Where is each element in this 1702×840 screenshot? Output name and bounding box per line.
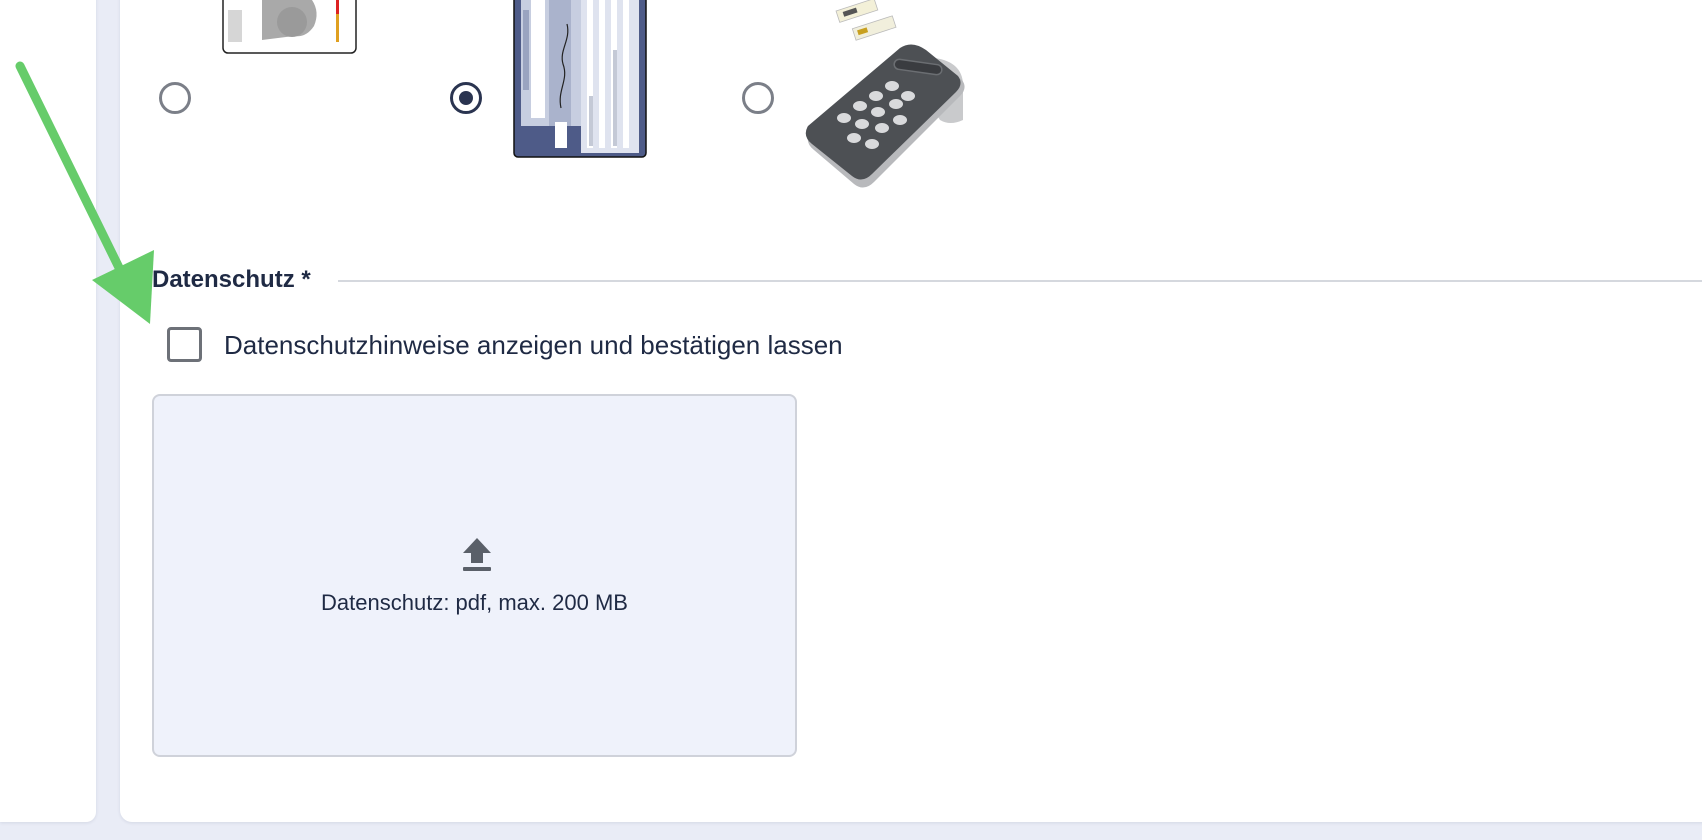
radio-card-reader[interactable]	[742, 82, 774, 114]
radio-health-insurance-card[interactable]	[450, 82, 482, 114]
upload-hint-text: Datenschutz: pdf, max. 200 MB	[321, 590, 628, 615]
id-card-image	[222, 0, 357, 54]
health-insurance-card-image	[513, 0, 647, 158]
privacy-checkbox-label[interactable]: Datenschutzhinweise anzeigen und bestäti…	[224, 327, 843, 363]
section-divider	[338, 280, 1702, 282]
privacy-checkbox[interactable]	[167, 327, 202, 362]
upload-dropzone[interactable]: Datenschutz: pdf, max. 200 MB	[152, 394, 797, 757]
section-legend: Datenschutz *	[152, 266, 311, 293]
upload-icon	[463, 538, 491, 571]
card-reader-image	[805, 0, 965, 188]
